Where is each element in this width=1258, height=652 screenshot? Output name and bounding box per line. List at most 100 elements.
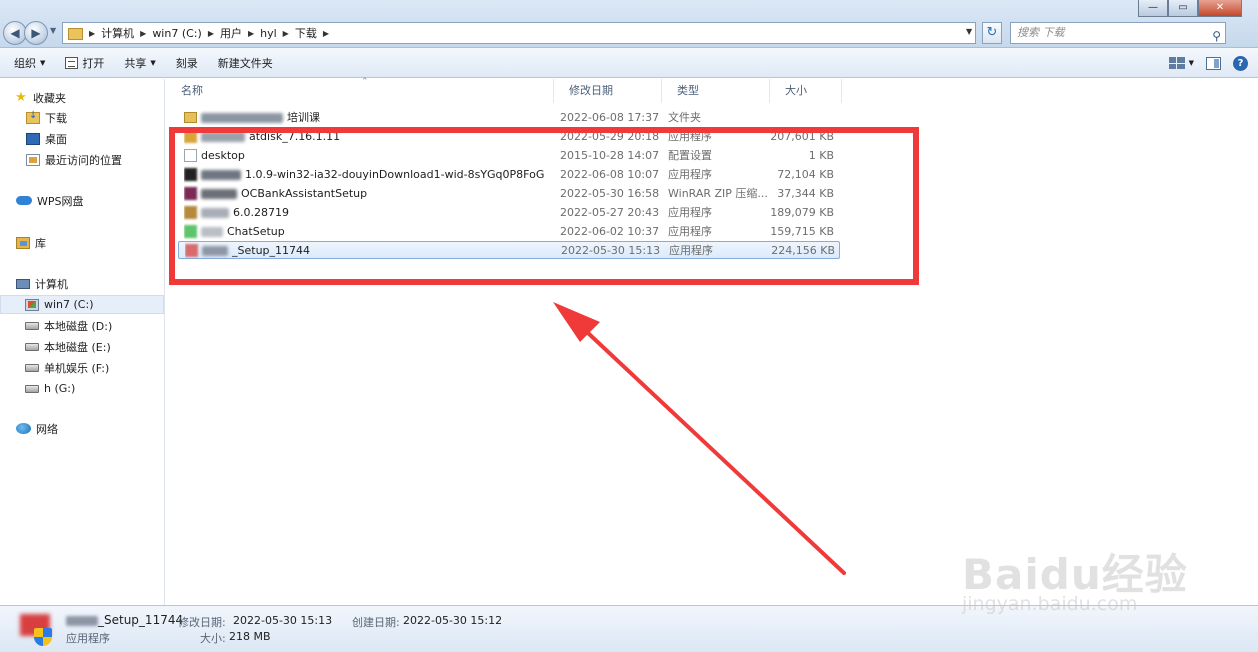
share-menu[interactable]: 共享 ▼ [114,55,165,71]
change-view-button[interactable]: ▼ [1168,57,1194,69]
burn-label: 刻录 [175,56,198,70]
sidebar-item-drive-c[interactable]: win7 (C:) [0,295,164,314]
sidebar-item-library[interactable]: 库 [16,233,46,252]
chevron-right-icon[interactable]: ▶ [140,29,146,38]
network-icon [16,423,31,434]
sidebar-item-label: 本地磁盘 (E:) [44,340,111,354]
cloud-icon [16,196,32,205]
burn-button[interactable]: 刻录 [166,55,208,71]
new-folder-button[interactable]: 新建文件夹 [208,55,283,71]
window-controls: — ▭ ✕ [1138,0,1242,17]
organize-menu[interactable]: 组织 ▼ [0,55,55,71]
chevron-right-icon[interactable]: ▶ [208,29,214,38]
chevron-down-icon: ▼ [150,58,156,67]
title-bar: ◀ ▶ ▼ ▶ 计算机 ▶ win7 (C:) ▶ 用户 ▶ hyl ▶ 下载 … [0,0,1258,48]
sidebar-item-drive-d[interactable]: 本地磁盘 (D:) [25,316,112,335]
maximize-button[interactable]: ▭ [1168,0,1198,17]
organize-label: 组织 [14,56,36,70]
chevron-right-icon: ▶ [89,28,96,38]
refresh-button[interactable]: ↻ [982,22,1002,44]
close-button[interactable]: ✕ [1198,0,1242,17]
open-button[interactable]: 打开 [55,55,114,71]
file-row[interactable]: 培训课 2022-06-08 17:37 文件夹 [178,109,840,127]
sidebar-item-label: 最近访问的位置 [45,153,122,167]
sidebar-item-label: 网络 [36,422,58,436]
sidebar-item-downloads[interactable]: 下载 [26,108,67,127]
address-bar[interactable]: ▶ 计算机 ▶ win7 (C:) ▶ 用户 ▶ hyl ▶ 下载 ▶ [62,22,976,44]
sidebar-item-label: 本地磁盘 (D:) [44,319,113,333]
details-modified-label: 修改日期: [178,616,226,629]
sidebar-item-label: WPS网盘 [37,194,84,208]
sidebar-item-favorites[interactable]: ★ 收藏夹 [14,88,66,107]
breadcrumb-computer[interactable]: 计算机 [101,25,134,41]
details-size-value: 218 MB [229,630,271,643]
sidebar-item-label: 收藏夹 [33,91,66,105]
hard-drive-icon [25,363,39,372]
desktop-icon [26,132,40,145]
installer-icon [18,612,54,648]
view-options-icon [1168,57,1185,69]
details-modified-value: 2022-05-30 15:13 [233,614,333,627]
system-drive-icon [25,298,39,311]
file-date: 2022-06-08 17:37 [560,111,660,124]
hard-drive-icon [25,342,39,351]
search-placeholder: 搜索 下载 [1017,26,1065,39]
hard-drive-icon [25,321,39,330]
address-history-dropdown-icon[interactable]: ▼ [966,27,972,36]
folder-icon [67,26,83,40]
recent-places-icon [26,153,40,166]
annotation-highlight-box [169,127,919,285]
redacted-text [201,112,283,123]
sidebar-item-label: 库 [35,236,46,250]
recent-pages-dropdown[interactable]: ▼ [50,26,56,35]
redacted-text [66,616,98,626]
sidebar-item-wps[interactable]: WPS网盘 [16,191,84,210]
sidebar-item-recent[interactable]: 最近访问的位置 [26,150,122,169]
breadcrumb-users[interactable]: 用户 [220,25,242,41]
column-header-size[interactable]: 大小 [770,79,842,103]
sidebar-item-drive-g[interactable]: h (G:) [25,379,75,398]
new-folder-label: 新建文件夹 [217,56,273,70]
navigation-pane: ★ 收藏夹 下载 桌面 最近访问的位置 WPS网盘 库 计算机 win7 (C:… [0,79,165,605]
chevron-down-icon: ▼ [1188,59,1194,67]
file-type: 文件夹 [668,111,701,124]
sidebar-item-drive-f[interactable]: 单机娱乐 (F:) [25,358,109,377]
column-header-date[interactable]: 修改日期 [554,79,662,103]
chevron-right-icon[interactable]: ▶ [323,29,329,38]
chevron-right-icon[interactable]: ▶ [283,29,289,38]
folder-icon [184,112,197,123]
forward-button[interactable]: ▶ [24,21,48,45]
sidebar-item-label: h (G:) [44,382,76,395]
minimize-button[interactable]: — [1138,0,1168,17]
column-header-name[interactable]: 名称 [166,79,554,103]
share-label: 共享 [124,56,147,70]
sidebar-item-drive-e[interactable]: 本地磁盘 (E:) [25,337,111,356]
details-created-label: 创建日期: [352,616,400,629]
search-input[interactable]: 搜索 下载 ⚲ [1010,22,1226,44]
computer-icon [16,278,30,289]
breadcrumb-downloads[interactable]: 下载 [295,25,317,41]
chevron-down-icon: ▼ [40,58,46,67]
help-icon[interactable]: ? [1233,55,1248,71]
search-icon[interactable]: ⚲ [1212,26,1221,46]
sidebar-item-desktop[interactable]: 桌面 [26,129,67,148]
details-created-value: 2022-05-30 15:12 [403,614,503,627]
sidebar-item-computer[interactable]: 计算机 [16,274,68,293]
hard-drive-icon [25,384,39,393]
details-file-type: 应用程序 [66,632,110,645]
chevron-right-icon[interactable]: ▶ [248,29,254,38]
watermark-url: jingyan.baidu.com [962,593,1138,615]
breadcrumb-drive-c[interactable]: win7 (C:) [152,27,202,40]
breadcrumb-hyl[interactable]: hyl [260,27,277,40]
sidebar-item-label: 计算机 [35,277,68,291]
file-name: 培训课 [287,111,320,124]
column-header-type[interactable]: 类型 [662,79,770,103]
downloads-folder-icon [26,110,40,124]
sidebar-item-network[interactable]: 网络 [16,419,58,438]
baidu-watermark: Baidu经验 jingyan.baidu.com [962,513,1202,623]
star-icon: ★ [15,89,27,105]
sidebar-item-label: 单机娱乐 (F:) [44,361,110,375]
preview-pane-icon[interactable] [1206,56,1221,70]
details-file-name: _Setup_11744 [98,613,184,627]
command-bar: 组织 ▼ 打开 共享 ▼ 刻录 新建文件夹 ▼ ? [0,48,1258,78]
